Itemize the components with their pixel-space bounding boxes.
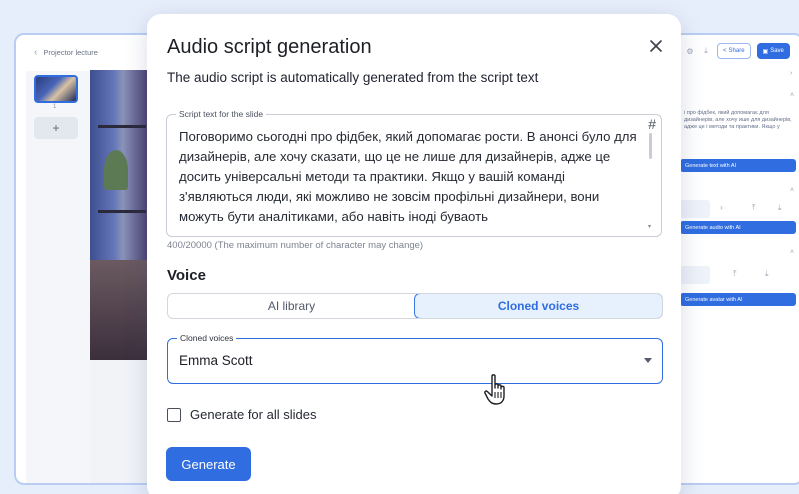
generate-avatar-button[interactable]: Generate avatar with AI <box>680 293 796 306</box>
download-icon[interactable]: ⤓ <box>701 46 711 56</box>
generate-all-checkbox[interactable] <box>167 407 181 422</box>
plant <box>104 150 128 190</box>
character-counter: 400/20000 (The maximum number of charact… <box>167 240 424 251</box>
script-textarea[interactable]: Поговоримо сьогодні про фідбек, який доп… <box>179 127 641 229</box>
upload-icon[interactable]: ⤒ <box>752 203 756 213</box>
avatar-field[interactable] <box>680 266 710 284</box>
save-label: Save <box>770 48 784 54</box>
presenter-silhouette <box>90 260 150 360</box>
share-label: Share <box>728 48 745 54</box>
audio-script-dialog: Audio script generation The audio script… <box>147 14 681 494</box>
slide-thumbnail[interactable] <box>34 75 78 103</box>
chevron-up-icon[interactable]: ˄ <box>790 187 794 194</box>
script-text-field[interactable]: Script text for the slide # Поговоримо с… <box>166 109 662 237</box>
dialog-subtitle: The audio script is automatically genera… <box>167 70 539 85</box>
chevron-up-icon[interactable]: ˄ <box>790 249 794 256</box>
voice-heading: Voice <box>167 267 206 284</box>
dialog-title: Audio script generation <box>167 36 372 58</box>
dropdown-arrow-icon[interactable] <box>644 358 652 363</box>
add-slide-button[interactable]: + <box>34 117 78 139</box>
close-icon <box>650 40 662 52</box>
cloned-voice-value: Emma Scott <box>179 353 253 368</box>
script-field-label: Script text for the slide <box>176 109 267 119</box>
generate-text-button[interactable]: Generate text with AI <box>680 159 796 172</box>
project-title: Projector lecture <box>43 47 98 57</box>
shelf <box>98 210 146 213</box>
chevron-up-icon[interactable]: ˄ <box>790 92 794 99</box>
save-icon: ▣ <box>762 48 769 55</box>
chevron-left-icon[interactable]: ‹ <box>34 47 37 58</box>
generate-button[interactable]: Generate <box>166 447 251 481</box>
generate-all-label: Generate for all slides <box>190 407 317 422</box>
shelf <box>98 125 146 128</box>
script-preview-text: і про фідбек, який допомагає для дизайне… <box>684 110 792 130</box>
voice-source-tabs: AI library Cloned voices <box>167 293 663 319</box>
scroll-down-icon[interactable]: ▾ <box>648 223 651 230</box>
share-button[interactable]: < Share <box>717 43 751 59</box>
scrollbar-thumb[interactable] <box>649 133 652 159</box>
slide-number: 1 <box>53 104 57 110</box>
audio-field[interactable] <box>680 200 710 218</box>
editor-actions: ⚙ ⤓ < Share ▣ Save <box>685 43 790 59</box>
slide-video-preview <box>90 70 150 360</box>
cloned-voice-select[interactable]: Cloned voices Emma Scott <box>167 333 663 384</box>
generate-all-row[interactable]: Generate for all slides <box>167 407 316 422</box>
scrollbar[interactable] <box>649 133 652 223</box>
settings-icon[interactable]: ⚙ <box>685 46 695 56</box>
upload-icon[interactable]: ⤒ <box>733 269 737 279</box>
play-icon[interactable]: › <box>720 203 723 212</box>
tab-ai-library[interactable]: AI library <box>168 294 415 318</box>
share-icon: < <box>723 48 727 54</box>
hash-icon[interactable]: # <box>648 116 656 132</box>
cloned-voice-label: Cloned voices <box>177 333 237 343</box>
close-button[interactable] <box>644 34 668 58</box>
save-button[interactable]: ▣ Save <box>756 43 790 59</box>
generate-audio-button[interactable]: Generate audio with AI <box>680 221 796 234</box>
slide-thumbnails-panel: 1 + <box>26 71 90 483</box>
tab-cloned-voices[interactable]: Cloned voices <box>414 294 662 318</box>
chevron-right-icon[interactable]: › <box>790 70 792 77</box>
download-icon[interactable]: ⤓ <box>765 269 769 279</box>
download-icon[interactable]: ⤓ <box>778 203 782 213</box>
hand-cursor-icon <box>484 374 505 405</box>
